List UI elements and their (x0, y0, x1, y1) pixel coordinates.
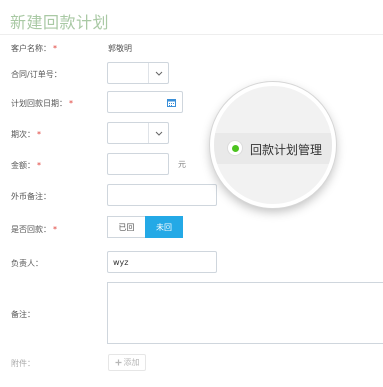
chevron-down-icon[interactable] (148, 63, 168, 83)
customer-label: 客户名称： * (11, 44, 57, 53)
contract-select[interactable] (107, 62, 169, 84)
calendar-icon[interactable] (167, 98, 176, 107)
remark-label: 备注： (11, 310, 35, 319)
returned-option[interactable]: 已回 (107, 216, 145, 238)
fx-note-label: 外币备注： (11, 192, 51, 201)
title-divider (0, 34, 383, 35)
page-title: 新建回款计划 (10, 13, 110, 32)
magnifier-overlay: 回款计划管理 (210, 82, 336, 208)
plan-date-input[interactable] (107, 91, 183, 113)
is-returned-label: 是否回款： * (11, 225, 57, 234)
contract-label: 合同/订单号： (11, 70, 62, 79)
chevron-down-icon[interactable] (148, 123, 168, 143)
amount-input[interactable] (107, 153, 169, 175)
add-attachment-button[interactable]: 添加 (108, 354, 146, 371)
owner-input[interactable]: wyz (107, 251, 217, 273)
attachment-label: 附件： (11, 359, 35, 368)
add-attachment-label: 添加 (123, 358, 140, 367)
remark-textarea[interactable] (107, 282, 383, 344)
amount-unit: 元 (178, 160, 186, 169)
owner-label: 负责人： (11, 259, 43, 268)
owner-value: wyz (113, 258, 129, 267)
period-label: 期次： * (11, 130, 41, 139)
amount-label: 金额： * (11, 161, 41, 170)
is-returned-toggle[interactable]: 已回 未回 (107, 216, 183, 238)
fx-note-input[interactable] (107, 184, 217, 206)
period-select[interactable] (107, 122, 169, 144)
plus-icon (115, 359, 121, 366)
status-dot-icon (232, 145, 239, 152)
not-returned-option[interactable]: 未回 (145, 216, 183, 238)
magnifier-menu-label: 回款计划管理 (250, 143, 323, 157)
customer-value: 郭敬明 (108, 44, 132, 53)
plan-date-label: 计划回款日期： * (11, 99, 73, 108)
